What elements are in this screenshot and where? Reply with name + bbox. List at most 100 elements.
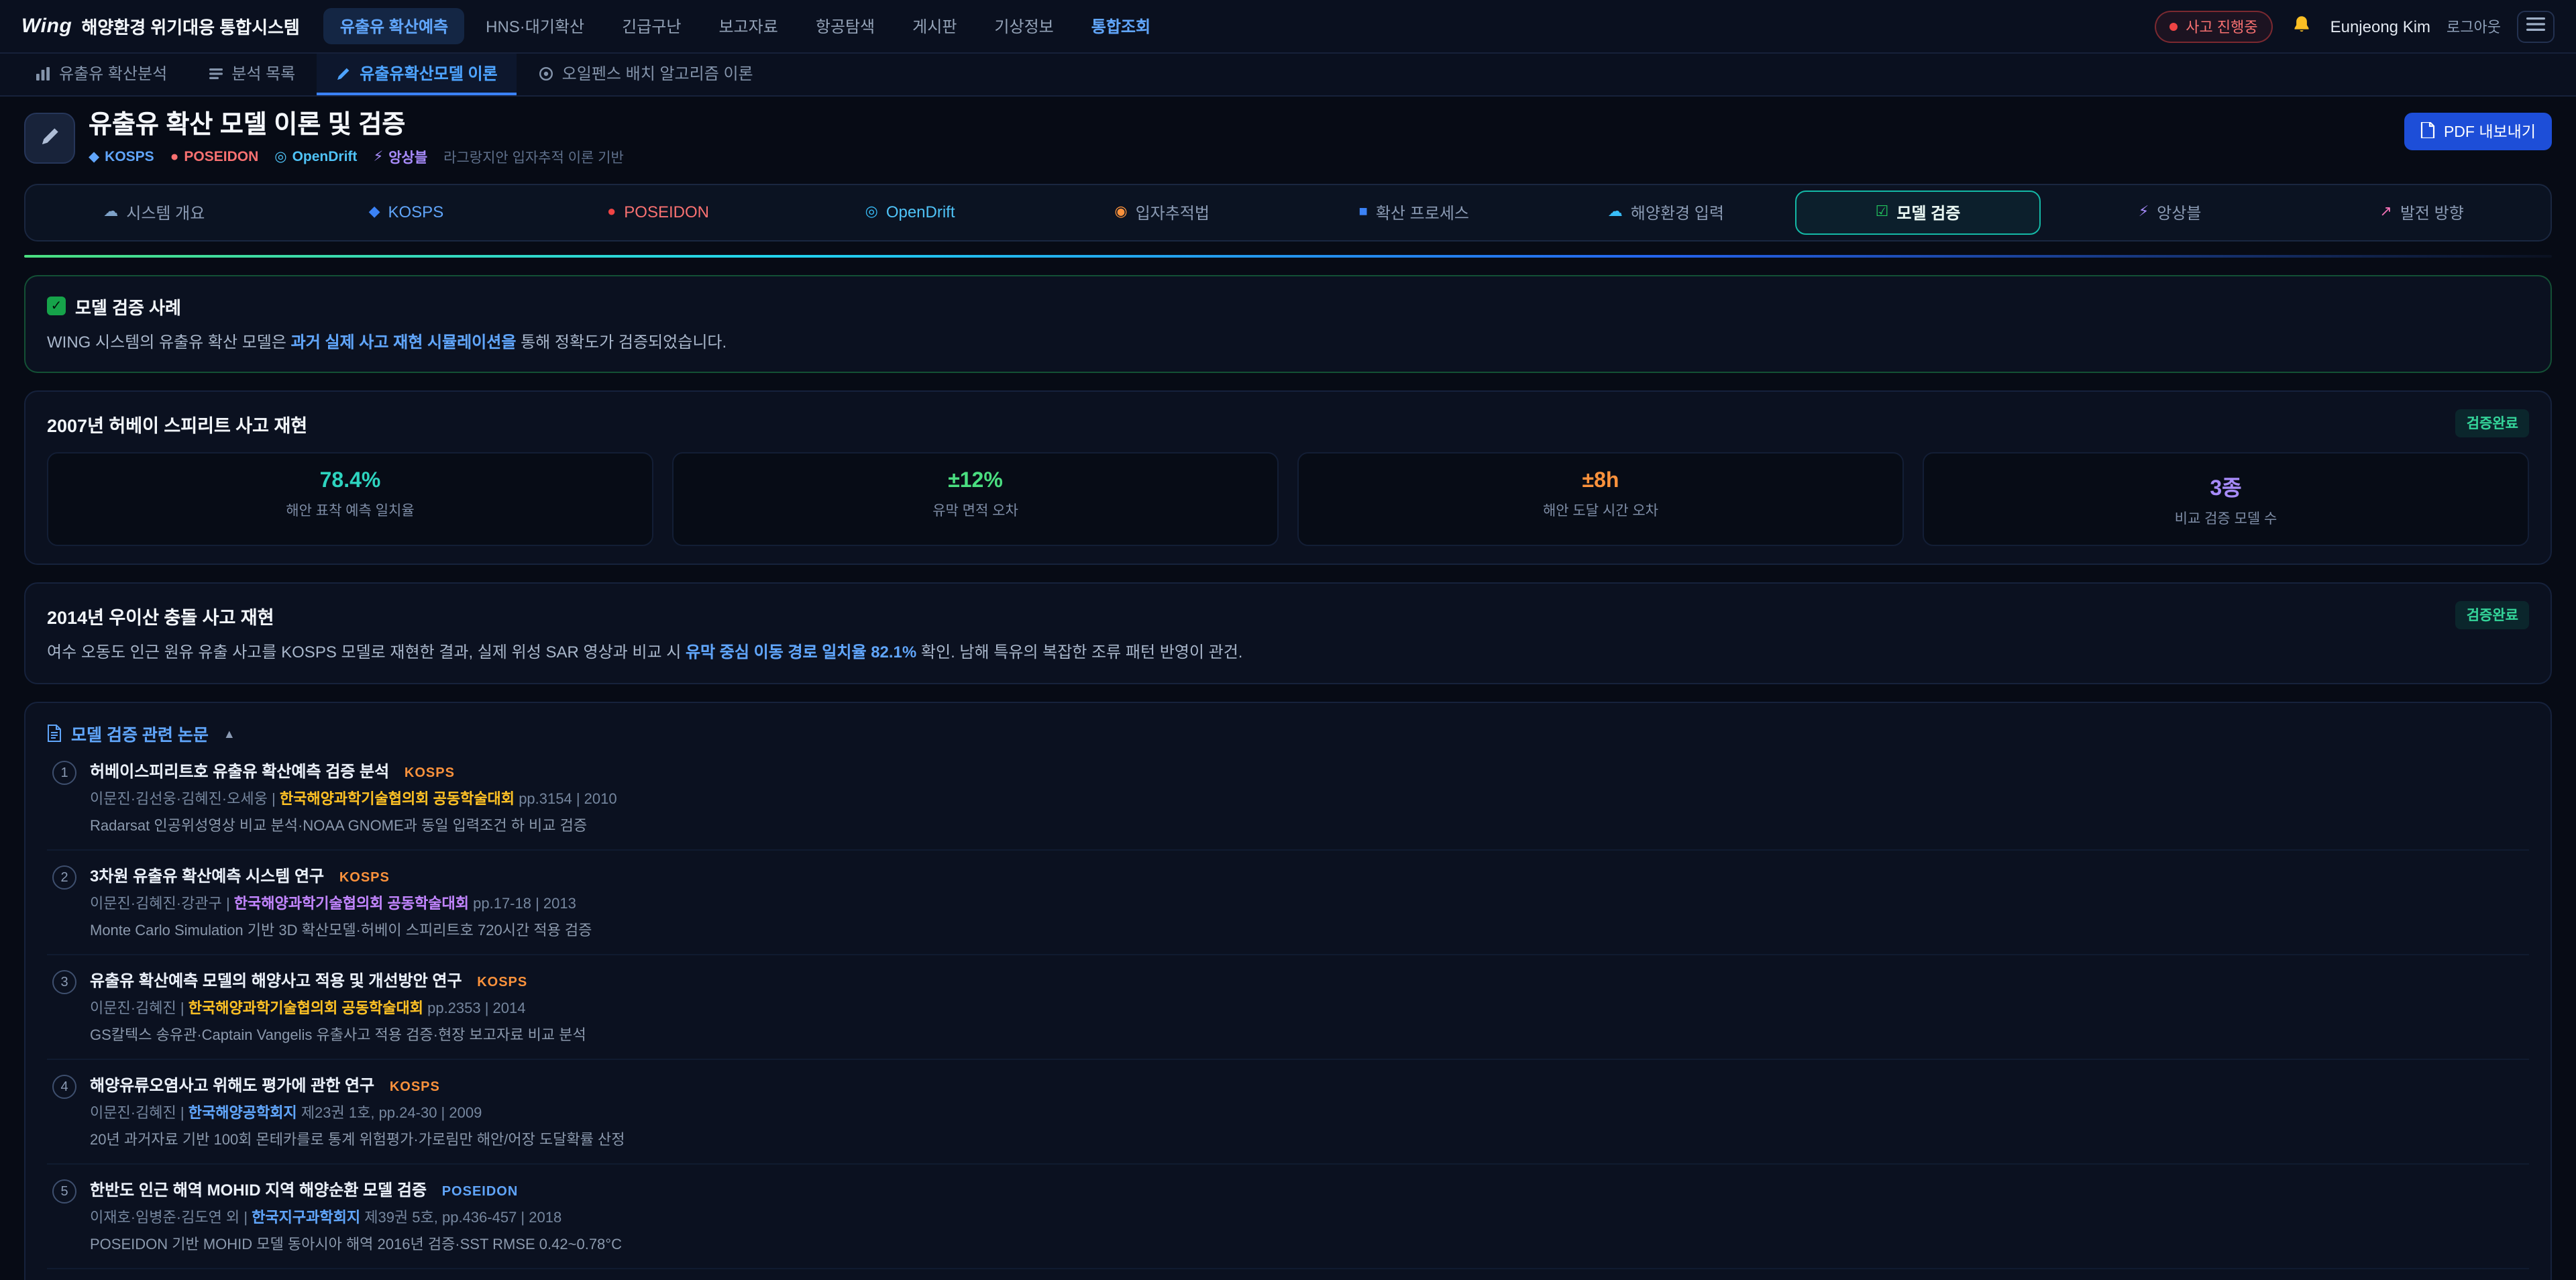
papers-list: 1 허베이스피리트호 유출유 확산예측 검증 분석 KOSPS 이문진·김선웅·… bbox=[47, 746, 2529, 1280]
stat-label: 비교 검증 모델 수 bbox=[1935, 509, 2517, 529]
papers-collapse-toggle[interactable]: 모델 검증 관련 논문 ▲ bbox=[47, 721, 2529, 746]
pdf-export-button[interactable]: PDF 내보내기 bbox=[2405, 113, 2552, 150]
simulation-link[interactable]: 과거 실제 사고 재현 시뮬레이션을 bbox=[291, 333, 517, 352]
match-rate-link[interactable]: 유막 중심 이동 경로 일치율 82.1% bbox=[686, 643, 916, 662]
paper-journal-link[interactable]: 한국지구과학회지 bbox=[252, 1210, 360, 1226]
pill-icon: ↗ bbox=[2379, 205, 2392, 220]
paper-pages-year: pp.17-18 | 2013 bbox=[473, 896, 576, 912]
user-name: Eunjeong Kim bbox=[2330, 17, 2430, 36]
pill-label: 확산 프로세스 bbox=[1376, 201, 1469, 224]
pill-label: 시스템 개요 bbox=[126, 201, 205, 224]
pill-icon: ⚡ bbox=[2139, 205, 2149, 220]
notifications-button[interactable] bbox=[2289, 11, 2314, 41]
paper-model-badge: POSEIDON bbox=[442, 1185, 519, 1199]
paper-title: 해양유류오염사고 위해도 평가에 관한 연구 bbox=[90, 1076, 374, 1095]
tab-label: 유출유 확산분석 bbox=[59, 62, 167, 85]
paper-list-item[interactable]: 5 한반도 인근 해역 MOHID 지역 해양순환 모델 검증 POSEIDON… bbox=[47, 1165, 2529, 1269]
paper-pages-year: 제39권 5호, pp.436-457 | 2018 bbox=[364, 1210, 561, 1226]
gradient-divider bbox=[24, 255, 2552, 258]
nav-item[interactable]: 기상정보 bbox=[978, 8, 1069, 44]
stat-label: 해안 표착 예측 일치율 bbox=[59, 501, 641, 521]
stat-value: ±8h bbox=[1309, 470, 1892, 494]
wuyishan-title: 2014년 우이산 충돌 사고 재현 bbox=[47, 602, 274, 629]
tab-item[interactable]: 유출유확산모델 이론 bbox=[317, 54, 516, 95]
paper-model-badge: KOSPS bbox=[390, 1080, 440, 1095]
verified-badge: 검증완료 bbox=[2456, 602, 2529, 630]
papers-heading: 모델 검증 관련 논문 bbox=[71, 721, 209, 746]
section-pill[interactable]: ☁ 시스템 개요 bbox=[31, 191, 278, 235]
nav-item[interactable]: 항공탐색 bbox=[800, 8, 891, 44]
pill-icon: ■ bbox=[1359, 205, 1368, 220]
paper-description: Radarsat 인공위성영상 비교 분석·NOAA GNOME과 동일 입력조… bbox=[90, 814, 2524, 836]
paper-number: 1 bbox=[52, 761, 76, 785]
pdf-icon bbox=[2421, 121, 2436, 142]
app-viewport: Wing 해양환경 위기대응 통합시스템 유출유 확산예측HNS·대기확산긴급구… bbox=[0, 0, 2576, 1280]
paper-description: POSEIDON 기반 MOHID 모델 동아시아 해역 2016년 검증·SS… bbox=[90, 1233, 2524, 1255]
paper-journal-link[interactable]: 한국해양과학기술협의회 공동학술대회 bbox=[280, 792, 515, 808]
pill-icon: ◉ bbox=[1114, 205, 1127, 220]
pill-label: POSEIDON bbox=[624, 203, 709, 222]
page-title: 유출유 확산 모델 이론 및 검증 bbox=[89, 113, 624, 141]
verification-heading: ✓ 모델 검증 사례 bbox=[47, 294, 2529, 319]
section-pill[interactable]: ●POSEIDON bbox=[535, 191, 782, 235]
model-glyph-icon: ⚡ bbox=[373, 150, 383, 166]
stat-box: 78.4% 해안 표착 예측 일치율 bbox=[47, 453, 653, 547]
paper-authors: 이재호·임병준·김도연 외 bbox=[90, 1210, 239, 1226]
section-pill[interactable]: ↗발전 방향 bbox=[2298, 191, 2545, 235]
paper-journal-link[interactable]: 한국해양과학기술협의회 공동학술대회 bbox=[234, 896, 469, 912]
tab-label: 오일펜스 배치 알고리즘 이론 bbox=[562, 62, 753, 85]
model-glyph-icon: ● bbox=[170, 150, 179, 166]
tab-item[interactable]: 분석 목록 bbox=[189, 54, 314, 95]
app-logo[interactable]: Wing 해양환경 위기대응 통합시스템 bbox=[21, 13, 300, 39]
paper-meta: 이문진·김혜진 | 한국해양공학회지 제23권 1호, pp.24-30 | 2… bbox=[90, 1102, 2524, 1123]
incident-label: 사고 진행중 bbox=[2186, 15, 2257, 37]
tab-item[interactable]: 유출유 확산분석 bbox=[16, 54, 186, 95]
papers-card: 모델 검증 관련 논문 ▲ 1 허베이스피리트호 유출유 확산예측 검증 분석 … bbox=[24, 702, 2552, 1280]
section-pill[interactable]: ◆KOSPS bbox=[283, 191, 530, 235]
menu-button[interactable] bbox=[2517, 10, 2555, 42]
stat-value: 78.4% bbox=[59, 470, 641, 494]
list-icon bbox=[207, 65, 223, 81]
section-pill[interactable]: ⚡앙상블 bbox=[2047, 191, 2294, 235]
paper-title: 3차원 유출유 확산예측 시스템 연구 bbox=[90, 867, 324, 886]
pill-icon: ☁ bbox=[1608, 205, 1623, 220]
paper-list-item[interactable]: 3 유출유 확산예측 모델의 해양사고 적용 및 개선방안 연구 KOSPS 이… bbox=[47, 955, 2529, 1060]
check-icon: ✓ bbox=[47, 297, 66, 316]
subtitle-note: 라그랑지안 입자추적 이론 기반 bbox=[443, 148, 624, 168]
nav-item[interactable]: HNS·대기확산 bbox=[470, 8, 600, 44]
document-icon bbox=[47, 725, 62, 742]
section-pill[interactable]: ◉입자추적법 bbox=[1038, 191, 1285, 235]
pill-icon: ◆ bbox=[369, 205, 380, 220]
tab-item[interactable]: 오일펜스 배치 알고리즘 이론 bbox=[519, 54, 772, 95]
paper-list-item[interactable]: 4 해양유류오염사고 위해도 평가에 관한 연구 KOSPS 이문진·김혜진 |… bbox=[47, 1060, 2529, 1165]
paper-model-badge: KOSPS bbox=[339, 871, 390, 886]
pill-icon: ☁ bbox=[103, 205, 118, 220]
nav-item[interactable]: 유출유 확산예측 bbox=[324, 8, 464, 44]
logout-button[interactable]: 로그아웃 bbox=[2447, 15, 2501, 37]
nav-item[interactable]: 게시판 bbox=[896, 8, 973, 44]
nav-item[interactable]: 보고자료 bbox=[702, 8, 794, 44]
incident-dot-icon bbox=[2169, 22, 2178, 30]
section-pill[interactable]: ☑모델 검증 bbox=[1794, 191, 2041, 235]
section-pill[interactable]: ■ 확산 프로세스 bbox=[1291, 191, 1538, 235]
paper-title: 유출유 확산예측 모델의 해양사고 적용 및 개선방안 연구 bbox=[90, 971, 462, 990]
paper-list-item[interactable]: 6 원격탐사 기반의 유출유 확산예측 및 해양오염 방제 지원 POSEIDO… bbox=[47, 1269, 2529, 1280]
model-chip: ●POSEIDON bbox=[170, 150, 259, 166]
incident-status-badge[interactable]: 사고 진행중 bbox=[2155, 10, 2272, 42]
stat-label: 해안 도달 시간 오차 bbox=[1309, 501, 1892, 521]
paper-list-item[interactable]: 2 3차원 유출유 확산예측 시스템 연구 KOSPS 이문진·김혜진·강관구 … bbox=[47, 851, 2529, 955]
section-pill[interactable]: ◎OpenDrift bbox=[787, 191, 1034, 235]
nav-item[interactable]: 통합조회 bbox=[1075, 8, 1167, 44]
wuyishan-case-card: 2014년 우이산 충돌 사고 재현 검증완료 여수 오동도 인근 원유 유출 … bbox=[24, 583, 2552, 684]
paper-journal-link[interactable]: 한국해양공학회지 bbox=[189, 1106, 297, 1122]
paper-list-item[interactable]: 1 허베이스피리트호 유출유 확산예측 검증 분석 KOSPS 이문진·김선웅·… bbox=[47, 746, 2529, 851]
sub-tabbar: 유출유 확산분석 분석 목록유출유확산모델 이론 오일펜스 배치 알고리즘 이론 bbox=[0, 54, 2576, 97]
nav-item[interactable]: 긴급구난 bbox=[606, 8, 697, 44]
pill-icon: ☑ bbox=[1876, 205, 1889, 220]
paper-journal-link[interactable]: 한국해양과학기술협의회 공동학술대회 bbox=[189, 1001, 423, 1017]
stat-value: ±12% bbox=[684, 470, 1267, 494]
brand-mark: Wing bbox=[21, 15, 72, 38]
pill-label: OpenDrift bbox=[886, 203, 955, 222]
section-pill[interactable]: ☁해양환경 입력 bbox=[1543, 191, 1790, 235]
verification-intro-card: ✓ 모델 검증 사례 WING 시스템의 유출유 확산 모델은 과거 실제 사고… bbox=[24, 275, 2552, 374]
